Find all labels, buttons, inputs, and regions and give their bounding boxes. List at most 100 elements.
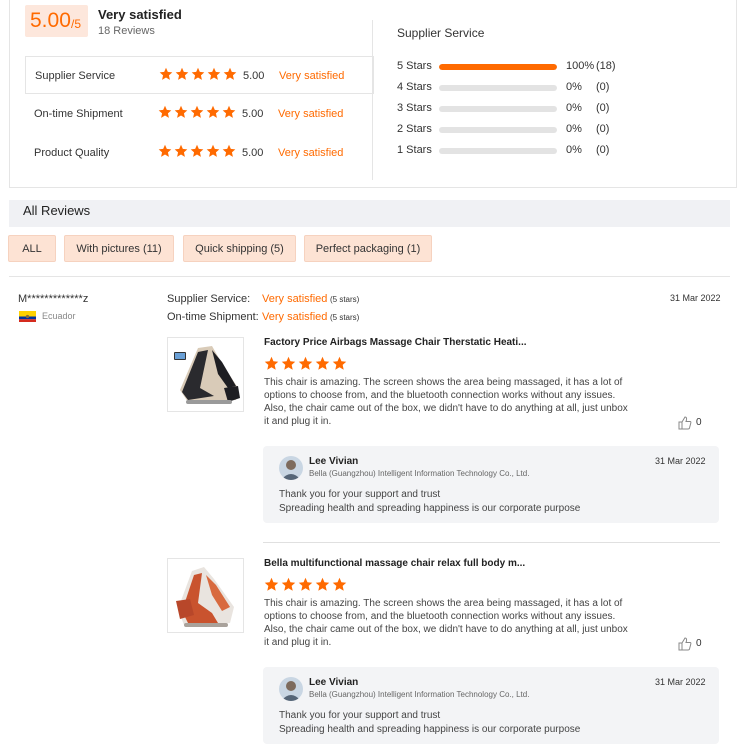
distribution-bar [439,106,557,112]
review-text-line: Also, the chair came out of the box, we … [264,403,628,414]
metric-satisfaction: Very satisfied [278,108,344,120]
metric-value: 5.00 [242,108,264,120]
distribution-count: (0) [596,144,610,156]
reviewer-country: Ecuador [42,311,76,321]
distribution-row-1: 1 Stars 0% (0) [397,144,627,158]
distribution-label: 2 Stars [397,123,432,135]
metric-row-product-quality[interactable]: Product Quality 5.00 Very satisfied [25,134,374,172]
distribution-count: (0) [596,102,610,114]
review-date: 31 Mar 2022 [670,293,721,303]
metric-row-on-time-shipment[interactable]: On-time Shipment 5.00 Very satisfied [25,95,374,133]
distribution-label: 3 Stars [397,102,432,114]
distribution-row-2: 2 Stars 0% (0) [397,123,627,137]
metric-stars [158,144,236,158]
avatar [279,456,303,480]
review-text-line: it and plug it in. [264,416,332,427]
reply-company: Bella (Guangzhou) Intelligent Informatio… [309,690,530,699]
distribution-percent: 0% [566,81,582,93]
star-icon [264,577,279,591]
overall-score: 5.00 [30,9,71,32]
review-text: This chair is amazing. The screen shows … [264,376,644,428]
thumbs-up-icon[interactable] [678,637,692,651]
star-icon [298,356,313,370]
supplier-service-stars-note: (5 stars) [330,295,360,304]
reply-text-line: Thank you for your support and trust [279,710,441,721]
star-icon [159,67,173,80]
star-icon [332,356,347,370]
star-icon [298,577,313,591]
review-text-line: options to choose from, and the bluetoot… [264,611,616,622]
product-thumbnail[interactable] [167,558,244,633]
star-icon [158,105,172,118]
distribution-row-3: 3 Stars 0% (0) [397,102,627,116]
review-stars [264,356,347,371]
star-icon [207,67,221,80]
reply-author: Lee Vivian [309,677,359,688]
review-text-line: it and plug it in. [264,637,332,648]
star-icon [174,105,188,118]
product-title[interactable]: Factory Price Airbags Massage Chair Ther… [264,337,527,348]
supplier-service-label: Supplier Service: [167,293,251,305]
distribution-bar [439,64,557,70]
distribution-row-5: 5 Stars 100% (18) [397,60,627,74]
on-time-shipment-value: Very satisfied [262,311,328,323]
review-count: 18 Reviews [98,25,155,37]
reviewer-name: M*************z [18,293,89,305]
metric-value: 5.00 [242,147,264,159]
distribution-count: (18) [596,60,616,72]
overall-satisfaction-label: Very satisfied [98,7,182,22]
product-thumbnail[interactable] [167,337,244,412]
star-icon [332,577,347,591]
review-text-line: This chair is amazing. The screen shows … [264,377,623,388]
product-title[interactable]: Bella multifunctional massage chair rela… [264,558,525,569]
review-text-line: This chair is amazing. The screen shows … [264,598,623,609]
like-count: 0 [696,417,702,428]
orange-massage-chair-image [168,559,243,632]
black-massage-chair-image [168,338,243,411]
metric-satisfaction: Very satisfied [278,147,344,159]
summary-divider [372,20,373,180]
thumbs-up-icon[interactable] [678,416,692,430]
star-icon [190,144,204,157]
star-icon [281,356,296,370]
star-icon [222,144,236,157]
star-icon [190,105,204,118]
filter-all-button[interactable]: ALL [8,235,56,262]
metric-satisfaction: Very satisfied [279,70,345,82]
distribution-label: 4 Stars [397,81,432,93]
filter-quick-shipping-button[interactable]: Quick shipping (5) [183,235,296,262]
star-icon [315,356,330,370]
reply-date: 31 Mar 2022 [655,677,706,687]
star-icon [191,67,205,80]
distribution-label: 5 Stars [397,60,432,72]
review-text-line: Also, the chair came out of the box, we … [264,624,628,635]
metric-value: 5.00 [243,70,265,82]
distribution-bar [439,127,557,133]
supplier-service-value: Very satisfied [262,293,328,305]
review-stars [264,577,347,592]
all-reviews-title: All Reviews [23,203,91,218]
reply-author: Lee Vivian [309,456,359,467]
overall-score-badge: 5.00 /5 [25,5,88,37]
on-time-shipment-stars-note: (5 stars) [330,313,360,322]
overall-score-suffix: /5 [71,17,82,31]
distribution-label: 1 Stars [397,144,432,156]
distribution-count: (0) [596,81,610,93]
distribution-title: Supplier Service [397,26,485,40]
supplier-reply: Lee Vivian Bella (Guangzhou) Intelligent… [263,446,719,523]
metric-row-supplier-service[interactable]: Supplier Service 5.00 Very satisfied [25,56,374,94]
review-text-line: options to choose from, and the bluetoot… [264,390,616,401]
filter-with-pictures-button[interactable]: With pictures (11) [64,235,174,262]
on-time-shipment-label: On-time Shipment: [167,311,259,323]
avatar [279,677,303,701]
filter-perfect-packaging-button[interactable]: Perfect packaging (1) [304,235,432,262]
distribution-bar [439,148,557,154]
metric-name: Product Quality [34,147,110,159]
distribution-bar-fill [439,64,557,70]
distribution-percent: 0% [566,123,582,135]
reply-company: Bella (Guangzhou) Intelligent Informatio… [309,469,530,478]
metric-stars [159,67,237,81]
metric-name: Supplier Service [35,70,116,82]
metric-stars [158,105,236,119]
star-icon [222,105,236,118]
